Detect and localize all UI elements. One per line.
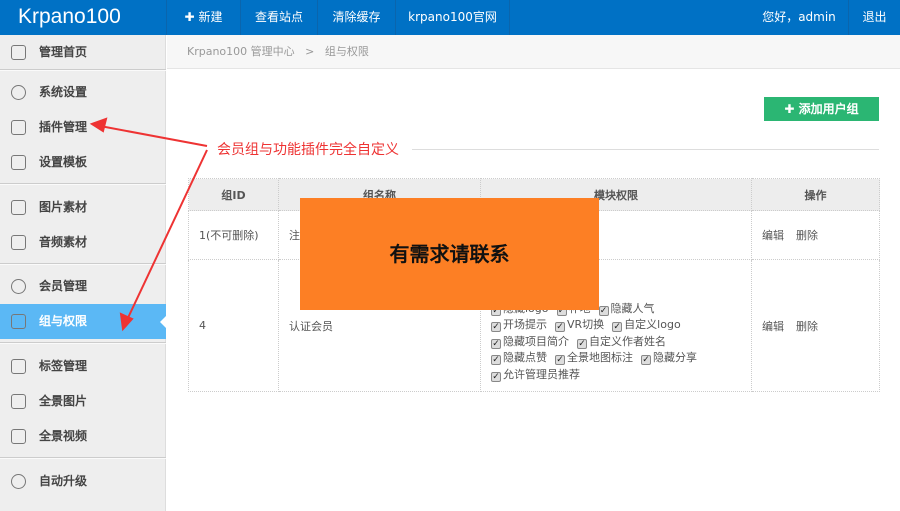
arrow-to-groups: [126, 149, 208, 321]
arrow-head: [119, 312, 134, 332]
arrow-to-plugins: [99, 125, 208, 147]
annotation-arrows: [89, 117, 208, 332]
arrow-head: [89, 117, 108, 133]
